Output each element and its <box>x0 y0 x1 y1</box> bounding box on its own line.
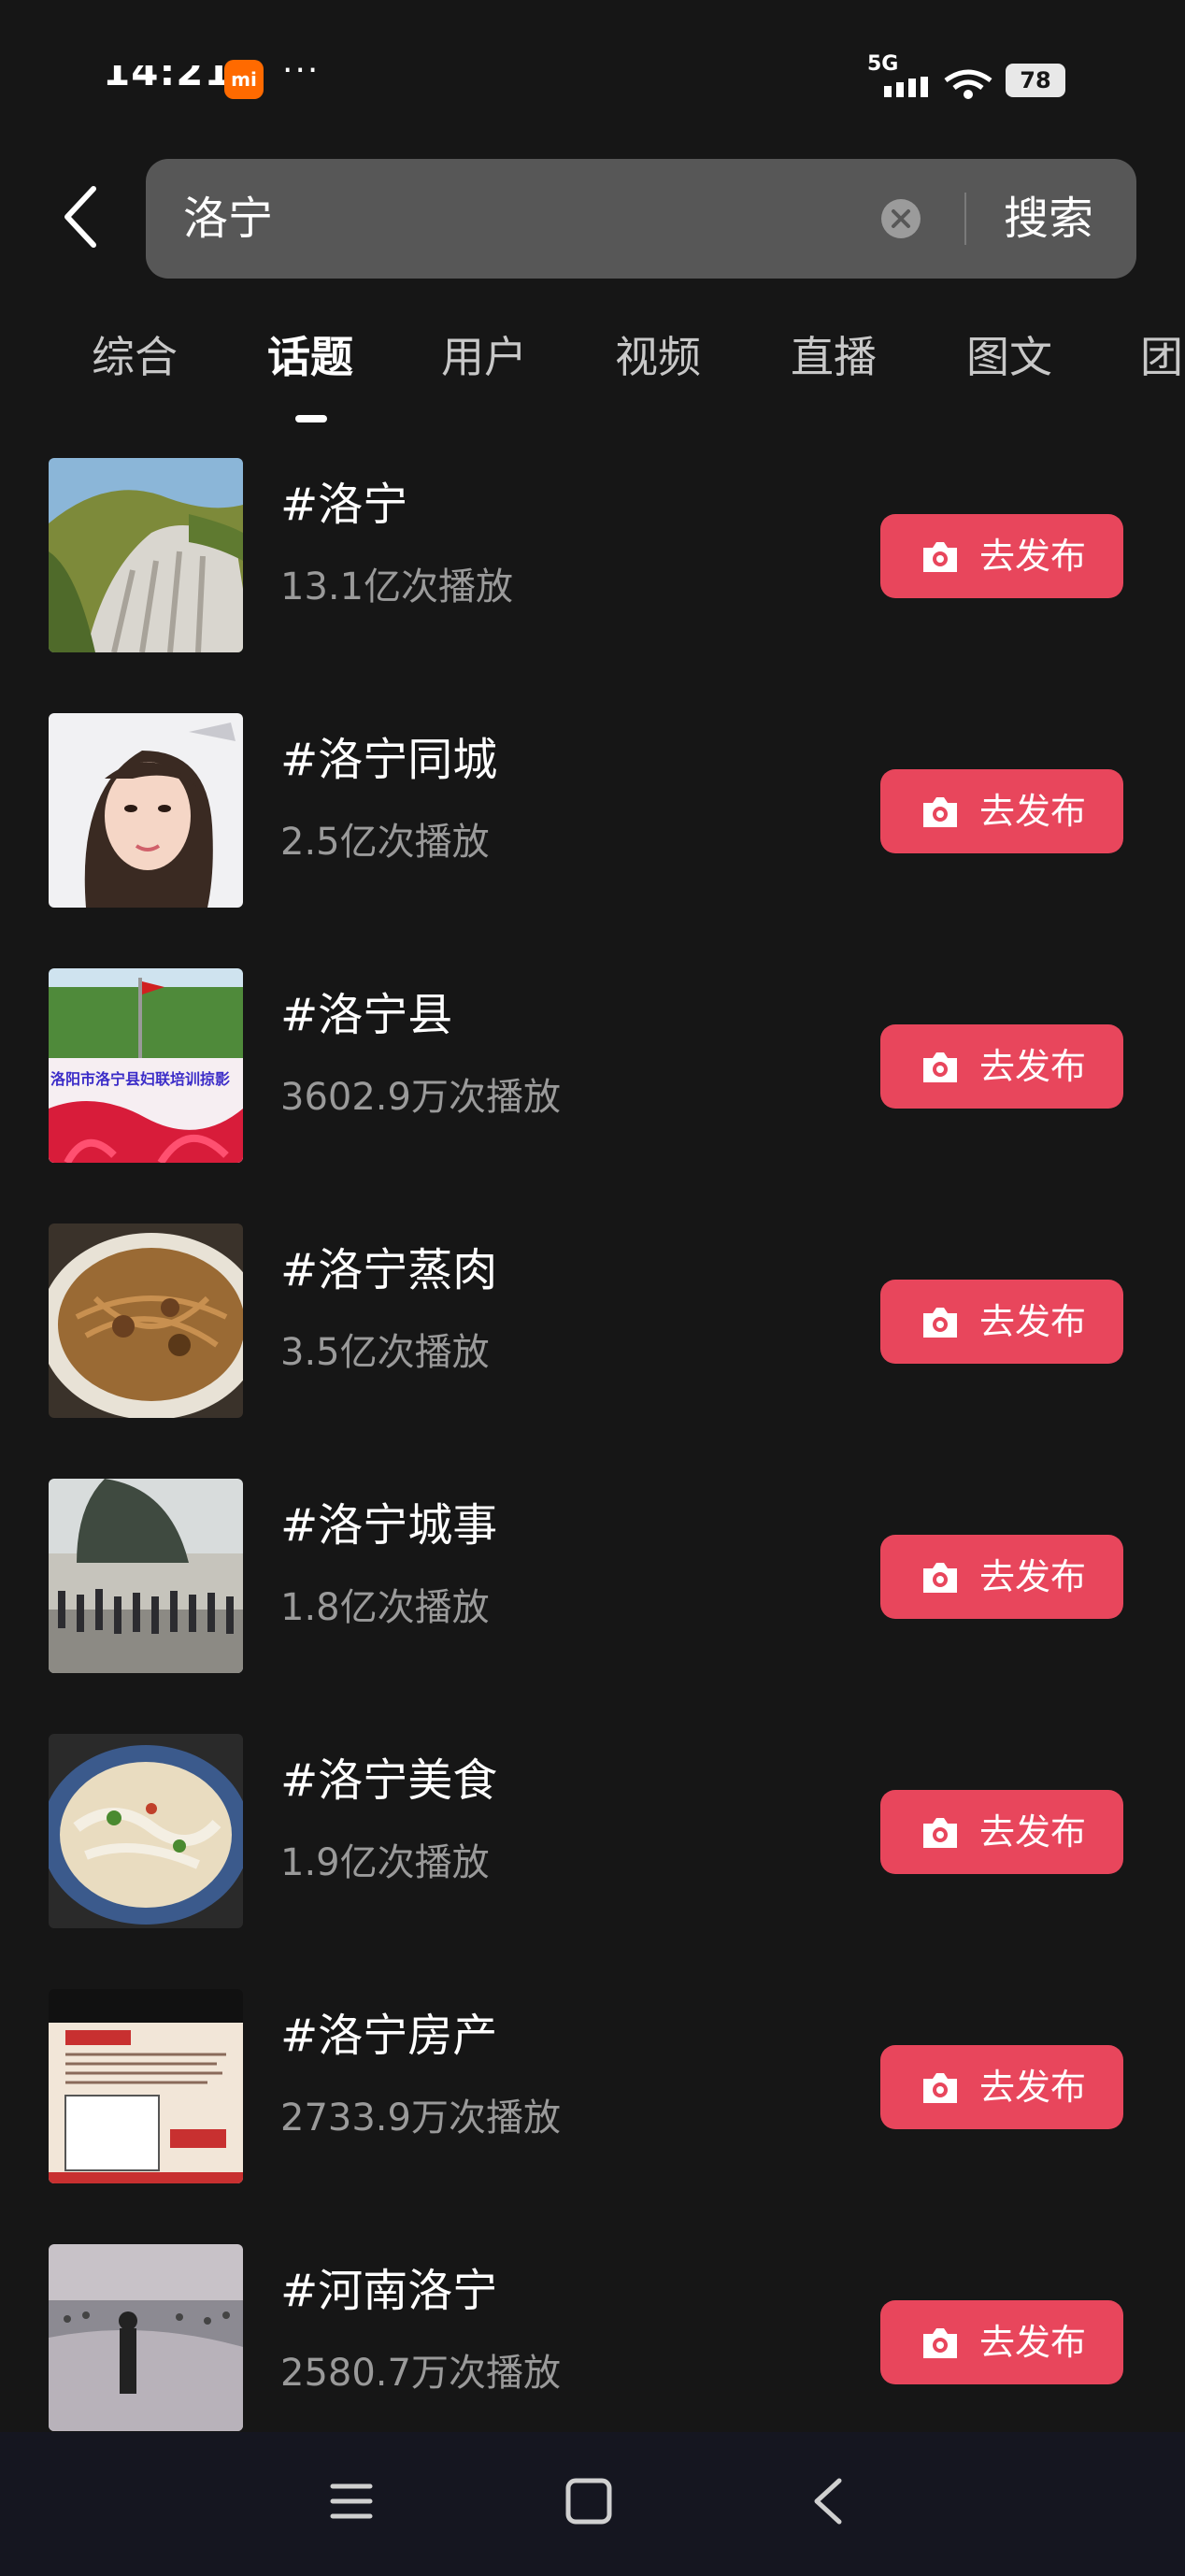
publish-button-label: 去发布 <box>979 1046 1087 1087</box>
camera-icon <box>923 1052 957 1082</box>
tab-group[interactable]: 团 <box>1140 331 1183 383</box>
back-chevron-icon[interactable] <box>809 2477 847 2526</box>
topic-row[interactable]: #洛宁蒸肉 3.5亿次播放 去发布 <box>0 1224 1185 1479</box>
tab-image-text[interactable]: 图文 <box>966 331 1052 383</box>
topic-row[interactable]: #洛宁房产 2733.9万次播放 去发布 <box>0 1989 1185 2244</box>
tab-videos[interactable]: 视频 <box>615 331 701 383</box>
status-bar: 14:21 mi ··· 5G 78 <box>0 0 1185 150</box>
topic-play-count: 2580.7万次播放 <box>280 2352 561 2395</box>
topic-play-count: 1.8亿次播放 <box>280 1586 490 1629</box>
camera-icon <box>923 1563 957 1593</box>
search-bar[interactable]: 洛宁 搜索 <box>146 159 1136 279</box>
topic-title: #洛宁 <box>280 479 408 531</box>
system-nav-bar <box>0 2432 1185 2576</box>
topic-title: #河南洛宁 <box>280 2265 498 2317</box>
publish-button-label: 去发布 <box>979 1811 1087 1853</box>
topic-title: #洛宁房产 <box>280 2010 498 2062</box>
publish-button-label: 去发布 <box>979 1556 1087 1597</box>
topic-play-count: 1.9亿次播放 <box>280 1841 490 1884</box>
camera-icon <box>923 542 957 572</box>
category-tabs: 综合 话题 用户 视频 直播 图文 团 <box>0 318 1185 430</box>
home-square-icon[interactable] <box>564 2477 613 2526</box>
publish-button[interactable]: 去发布 <box>880 2045 1123 2129</box>
topic-play-count: 13.1亿次播放 <box>280 565 514 608</box>
publish-button-label: 去发布 <box>979 1301 1087 1342</box>
camera-icon <box>923 797 957 827</box>
search-input[interactable]: 洛宁 <box>183 193 273 245</box>
mountain-cliff-image <box>49 458 243 652</box>
back-button[interactable] <box>58 183 103 250</box>
river-beach-image <box>49 2244 243 2431</box>
more-notifications-icon: ··· <box>282 51 321 90</box>
topic-title: #洛宁蒸肉 <box>280 1244 498 1296</box>
publish-button[interactable]: 去发布 <box>880 769 1123 853</box>
camera-icon <box>923 1308 957 1338</box>
topic-row[interactable]: #洛宁城事 1.8亿次播放 去发布 <box>0 1479 1185 1734</box>
wifi-icon <box>944 69 992 99</box>
active-tab-indicator <box>295 415 327 422</box>
topic-title: #洛宁县 <box>280 989 453 1041</box>
woman-portrait-image <box>49 713 243 908</box>
menu-icon[interactable] <box>329 2477 374 2526</box>
banner-caption: 洛阳市洛宁县妇联培训掠影 <box>50 1070 230 1088</box>
topic-play-count: 2733.9万次播放 <box>280 2097 561 2140</box>
topic-play-count: 3602.9万次播放 <box>280 1076 561 1119</box>
publish-button-label: 去发布 <box>979 791 1087 832</box>
banner-trees-image: 洛阳市洛宁县妇联培训掠影 <box>49 968 243 1163</box>
publish-button-label: 去发布 <box>979 2067 1087 2108</box>
publish-button[interactable]: 去发布 <box>880 1024 1123 1109</box>
status-time: 14:21 <box>103 52 233 94</box>
camera-icon <box>923 2328 957 2358</box>
mi-app-icon: mi <box>224 60 264 99</box>
topic-title: #洛宁美食 <box>280 1754 498 1807</box>
topic-row[interactable]: 洛阳市洛宁县妇联培训掠影 #洛宁县 3602.9万次播放 去发布 <box>0 968 1185 1224</box>
camera-icon <box>923 1818 957 1848</box>
publish-button[interactable]: 去发布 <box>880 514 1123 598</box>
steamed-meat-dish-image <box>49 1224 243 1418</box>
tab-live[interactable]: 直播 <box>791 331 877 383</box>
publish-button-label: 去发布 <box>979 536 1087 577</box>
battery-indicator: 78 <box>1006 64 1065 97</box>
tab-general[interactable]: 综合 <box>92 331 178 383</box>
camera-icon <box>923 2073 957 2103</box>
topic-title: #洛宁城事 <box>280 1499 498 1552</box>
topic-row[interactable]: #洛宁同城 2.5亿次播放 去发布 <box>0 713 1185 968</box>
topic-play-count: 2.5亿次播放 <box>280 821 490 864</box>
topic-title: #洛宁同城 <box>280 734 498 786</box>
tab-users[interactable]: 用户 <box>441 331 527 383</box>
crowd-tree-image <box>49 1479 243 1673</box>
clear-search-icon[interactable] <box>880 198 921 239</box>
publish-button-label: 去发布 <box>979 2322 1087 2363</box>
publish-button[interactable]: 去发布 <box>880 2300 1123 2384</box>
real-estate-flyer-image <box>49 1989 243 2183</box>
topic-row[interactable]: #洛宁美食 1.9亿次播放 去发布 <box>0 1734 1185 1989</box>
publish-button[interactable]: 去发布 <box>880 1280 1123 1364</box>
publish-button[interactable]: 去发布 <box>880 1790 1123 1874</box>
tab-topics[interactable]: 话题 <box>267 331 353 383</box>
topic-row[interactable]: #洛宁 13.1亿次播放 去发布 <box>0 458 1185 713</box>
topic-play-count: 3.5亿次播放 <box>280 1331 490 1374</box>
publish-button[interactable]: 去发布 <box>880 1535 1123 1619</box>
search-button[interactable]: 搜索 <box>1004 191 1093 247</box>
noodle-bowl-image <box>49 1734 243 1928</box>
signal-icon <box>884 77 928 97</box>
search-divider <box>964 193 966 245</box>
network-type: 5G <box>867 52 899 76</box>
